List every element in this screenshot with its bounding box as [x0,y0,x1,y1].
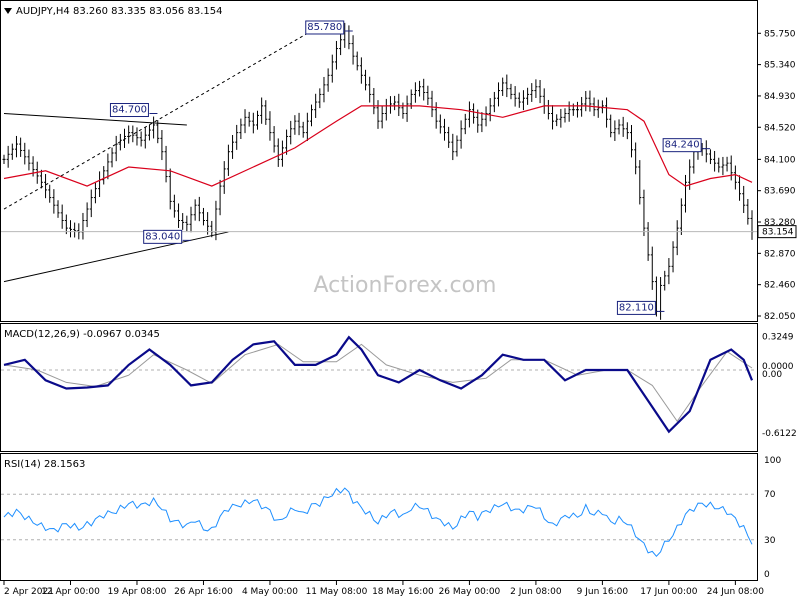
chart-canvas: ActionForex.com AUDJPY,H4 83.260 83.335 … [0,0,797,597]
macd-line [3,335,754,434]
price-y-tick-label: 84.930 [764,92,796,102]
price-y-tick-label: 84.100 [764,155,796,165]
macd-panel-frame [0,323,758,452]
trendline [3,231,229,283]
price-y-tick-label: 84.520 [764,123,796,133]
rsi-panel-frame [0,453,758,581]
x-tick-label: 24 Jun 08:00 [707,587,764,597]
rsi-y-tick-label: 30 [764,536,776,546]
annotation-label: 82.110 [619,302,654,313]
rsi-y-tick-label: 0 [764,570,770,580]
rsi-line [3,487,753,558]
x-tick-label: 26 May 00:00 [439,587,501,597]
x-tick-label: 11 May 08:00 [306,587,368,597]
price-y-tick-label: 85.750 [764,29,796,39]
x-tick-label: 17 Jun 00:00 [640,587,697,597]
rsi-series-layer [1,487,757,558]
x-tick-label: 18 May 16:00 [372,587,434,597]
x-tick-label: 26 Apr 16:00 [174,587,233,597]
macd-y-tick-label: 0.00 [762,370,782,380]
x-tick-label: 19 Apr 08:00 [108,587,167,597]
macd-panel-title: MACD(12,26,9) -0.0967 0.0345 [4,329,160,340]
price-y-tick-label: 82.050 [764,312,796,322]
price-y-tick-label: 82.460 [764,281,796,291]
annotation-label: 84.240 [665,140,700,151]
rsi-y-tick-label: 70 [764,490,776,500]
forex-chart: ActionForex.com AUDJPY,H4 83.260 83.335 … [0,0,800,600]
trendline [3,113,187,126]
x-tick-label: 12 Apr 00:00 [41,587,100,597]
x-tick-label: 9 Jun 16:00 [577,587,629,597]
x-tick-label: 4 May 00:00 [242,587,298,597]
rsi-y-tick-label: 100 [764,456,781,466]
dropdown-triangle-icon [4,8,12,14]
x-tick-label: 2 Jun 08:00 [510,587,562,597]
macd-y-tick-label: -0.6122 [762,429,797,439]
watermark-text: ActionForex.com [314,273,497,298]
price-panel-title: AUDJPY,H4 83.260 83.335 83.056 83.154 [16,6,222,17]
rsi-panel-title: RSI(14) 28.1563 [4,459,85,470]
annotation-label: 84.700 [112,105,147,116]
price-title-group: AUDJPY,H4 83.260 83.335 83.056 83.154 [4,6,222,17]
annotation-label: 83.040 [145,231,180,242]
price-y-tick-label: 83.690 [764,187,796,197]
price-y-tick-label: 85.340 [764,61,796,71]
macd-series-layer [1,335,757,434]
macd-signal-line [3,343,753,423]
price-y-tick-label: 82.870 [764,249,796,259]
current-price-tag-label: 83.154 [762,228,794,238]
annotation-label: 85.780 [307,22,342,33]
macd-y-tick-label: 0.3249 [762,333,794,343]
